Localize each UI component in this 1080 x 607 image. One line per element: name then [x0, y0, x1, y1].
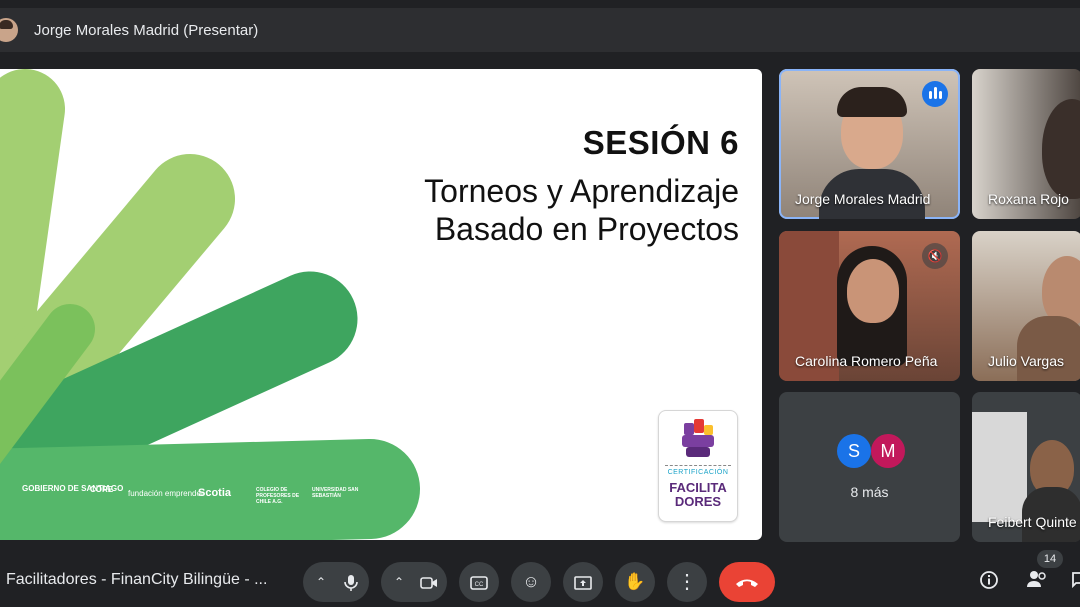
logo-colegio-profesores: COLEGIO DE PROFESORES DE CHILE A.G. [256, 487, 300, 505]
logo-universidad-san-sebastian: UNIVERSIDAD SAN SEBASTIÁN [312, 487, 359, 499]
slide-subtitle-line2: Basado en Proyectos [434, 211, 739, 247]
participant-name: Carolina Romero Peña [795, 353, 938, 369]
participant-video [847, 259, 899, 323]
speaking-indicator-icon [922, 81, 948, 107]
chevron-up-icon[interactable]: ⌃ [309, 562, 333, 602]
presenter-avatar [0, 18, 18, 42]
meeting-title: Facilitadores - FinanCity Bilingüe - ... [6, 571, 268, 588]
financity-logo-icon [682, 419, 714, 457]
hang-up-icon [736, 579, 758, 587]
participant-shirt [1017, 316, 1080, 381]
chevron-up-icon[interactable]: ⌃ [387, 562, 411, 602]
participant-tile[interactable]: Julio Vargas [972, 231, 1080, 381]
participant-count-badge: 14 [1037, 550, 1063, 568]
slide-subtitle: Torneos y Aprendizaje Basado en Proyecto… [319, 172, 739, 248]
participant-name: Jorge Morales Madrid [795, 191, 931, 207]
logo-fundacion-emprender: fundación emprender [128, 489, 204, 498]
mic-control-group: ⌃ [303, 562, 369, 602]
people-icon[interactable] [1025, 570, 1049, 594]
logo-scotia: Scotia [198, 487, 232, 499]
captions-icon[interactable]: CC [459, 562, 499, 602]
financity-badge: CERTIFICACIÓN FACILITA DORES [658, 410, 738, 522]
presenter-title: Jorge Morales Madrid (Presentar) [34, 22, 259, 39]
participant-tile[interactable]: Feibert Quinte [972, 392, 1080, 542]
camera-icon[interactable] [411, 562, 447, 602]
present-icon[interactable] [563, 562, 603, 602]
presenter-bar: Jorge Morales Madrid (Presentar) [0, 8, 1080, 52]
participant-tile[interactable]: 🔇 Carolina Romero Peña [779, 231, 960, 381]
avatar-s: S [837, 434, 871, 468]
more-options-icon[interactable]: ⋮ [667, 562, 707, 602]
participant-name: Roxana Rojo [988, 191, 1069, 207]
mic-off-icon: 🔇 [922, 243, 948, 269]
info-icon[interactable] [977, 570, 1001, 594]
participant-tile[interactable]: Roxana Rojo [972, 69, 1080, 219]
sponsor-logos: GOBIERNO DE SANTIAGO CORE fundación empr… [0, 479, 380, 519]
emoji-icon[interactable]: ☺ [511, 562, 551, 602]
more-participants-label: 8 más [850, 484, 889, 500]
camera-control-group: ⌃ [381, 562, 447, 602]
chat-icon[interactable] [1068, 570, 1080, 594]
badge-facilitadores: FACILITA DORES [659, 481, 737, 509]
participant-tile[interactable]: Jorge Morales Madrid [779, 69, 960, 219]
participant-video [1042, 99, 1080, 199]
badge-line2: DORES [674, 494, 722, 509]
meeting-controls-bar: Facilitadores - FinanCity Bilingüe - ...… [0, 550, 1080, 605]
slide-subtitle-line1: Torneos y Aprendizaje [424, 173, 739, 209]
svg-text:CC: CC [475, 582, 484, 588]
participant-hair [837, 87, 907, 117]
presentation-slide: SESIÓN 6 Torneos y Aprendizaje Basado en… [0, 69, 762, 540]
badge-divider [665, 465, 731, 466]
hang-up-button[interactable] [719, 562, 775, 602]
logo-core: CORE [90, 485, 114, 494]
avatar-m: M [871, 434, 905, 468]
slide-title: SESIÓN 6 [582, 124, 739, 161]
raise-hand-icon[interactable]: ✋ [615, 562, 655, 602]
badge-cert-label: CERTIFICACIÓN [667, 469, 729, 476]
more-participants-tile[interactable]: S M 8 más [779, 392, 960, 542]
microphone-icon[interactable] [333, 562, 369, 602]
participant-name: Feibert Quinte [988, 514, 1077, 530]
participant-name: Julio Vargas [988, 353, 1065, 369]
badge-line1: FACILITA [669, 480, 727, 495]
participant-background [972, 412, 1027, 522]
